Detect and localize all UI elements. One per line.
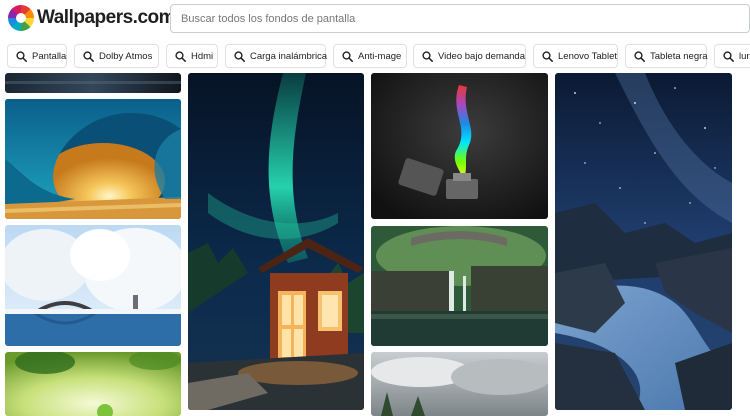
tag-anti-mage[interactable]: Anti-mage	[333, 44, 407, 68]
tag-video-bajo-demanda[interactable]: Video bajo demanda	[413, 44, 526, 68]
tag-dolby-atmos[interactable]: Dolby Atmos	[74, 44, 159, 68]
tag-lun[interactable]: lun	[714, 44, 750, 68]
search-icon	[175, 50, 186, 62]
tag-label: Video bajo demanda	[438, 50, 525, 62]
tag-pantalla[interactable]: Pantalla	[7, 44, 67, 68]
tag-lenovo-tablet[interactable]: Lenovo Tablet	[533, 44, 618, 68]
tag-label: Dolby Atmos	[99, 50, 153, 62]
ocean-wave-sunset-wallpaper[interactable]	[5, 99, 181, 219]
tag-label: lun	[739, 50, 750, 62]
search-icon	[634, 50, 645, 62]
search-icon	[542, 50, 553, 62]
cloudy-sky-wallpaper[interactable]	[371, 352, 548, 416]
tag-bar: Pantalla Dolby Atmos Hdmi Carga inalámbr…	[0, 44, 750, 68]
waterfall-bridge-wallpaper[interactable]	[371, 226, 548, 346]
tag-label: Lenovo Tablet	[558, 50, 617, 62]
search-icon	[16, 50, 27, 62]
site-logo[interactable]: Wallpapers.com	[8, 5, 176, 31]
starry-river-wallpaper[interactable]	[555, 73, 732, 410]
snowy-bridge-wallpaper[interactable]	[5, 225, 181, 346]
search-input[interactable]	[171, 5, 749, 32]
tag-tableta-negra[interactable]: Tableta negra	[625, 44, 708, 68]
search-bar[interactable]	[170, 4, 750, 33]
aurora-cabin-wallpaper[interactable]	[188, 73, 364, 410]
search-icon	[83, 50, 94, 62]
search-icon	[342, 50, 353, 62]
dark-strip-wallpaper[interactable]	[5, 73, 181, 93]
wallpaper-grid	[0, 73, 750, 416]
site-header: Wallpapers.com	[0, 0, 750, 38]
search-icon	[422, 50, 433, 62]
tag-label: Hdmi	[191, 50, 214, 62]
search-icon	[723, 50, 734, 62]
tag-label: Carga inalámbrica	[250, 50, 328, 62]
tag-hdmi[interactable]: Hdmi	[166, 44, 218, 68]
rainbow-lighter-wallpaper[interactable]	[371, 73, 548, 219]
tag-label: Tableta negra	[650, 50, 708, 62]
search-icon	[234, 50, 245, 62]
tag-label: Pantalla	[32, 50, 67, 62]
tag-label: Anti-mage	[358, 50, 402, 62]
color-wheel-icon	[8, 5, 34, 31]
green-blur-wallpaper[interactable]	[5, 352, 181, 416]
logo-text: Wallpapers.com	[37, 7, 176, 28]
tag-carga-inalambrica[interactable]: Carga inalámbrica	[225, 44, 328, 68]
